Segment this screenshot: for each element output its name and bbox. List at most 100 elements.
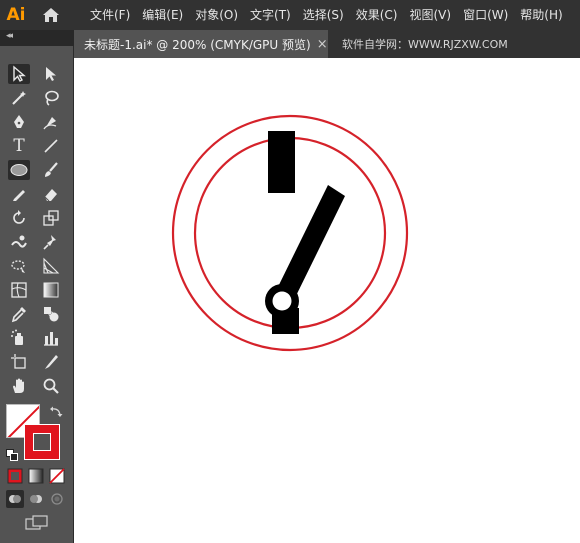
column-graph-tool[interactable] xyxy=(40,328,62,348)
swap-arrows-icon xyxy=(50,406,63,417)
pin-icon xyxy=(43,235,56,250)
close-tab-icon[interactable]: × xyxy=(311,37,328,52)
artboard-icon xyxy=(11,354,26,369)
line-segment-tool[interactable] xyxy=(40,136,62,156)
curvature-tool[interactable] xyxy=(40,112,62,132)
zoom-magnifier-icon xyxy=(43,378,59,394)
menu-select[interactable]: 选择(S) xyxy=(297,0,350,30)
column-graph-icon xyxy=(44,332,58,346)
pivot-hole xyxy=(272,291,292,311)
hand-icon xyxy=(13,378,24,393)
menu-help[interactable]: 帮助(H) xyxy=(514,0,568,30)
none-square-icon xyxy=(49,468,65,484)
home-button[interactable] xyxy=(32,0,70,30)
draw-behind-button[interactable] xyxy=(27,490,45,508)
document-tab[interactable]: 未标题-1.ai* @ 200% (CMYK/GPU 预览) × xyxy=(74,30,328,58)
pencil-icon xyxy=(13,190,25,201)
zoom-tool[interactable] xyxy=(40,376,62,396)
magic-wand-tool[interactable] xyxy=(8,88,30,108)
ellipse-icon xyxy=(10,164,28,176)
default-fill-stroke-button[interactable] xyxy=(6,446,18,461)
eraser-icon xyxy=(44,189,57,202)
puppet-warp-tool[interactable] xyxy=(40,232,62,252)
paintbrush-icon xyxy=(45,162,58,177)
draw-behind-icon xyxy=(30,495,42,503)
slice-knife-icon xyxy=(45,355,58,369)
lasso-tool[interactable] xyxy=(40,88,62,108)
magic-wand-icon xyxy=(12,91,26,105)
eraser-tool[interactable] xyxy=(40,184,62,204)
slice-tool[interactable] xyxy=(40,352,62,372)
warp-icon xyxy=(11,235,27,248)
paintbrush-tool[interactable] xyxy=(40,160,62,180)
menu-file[interactable]: 文件(F) xyxy=(84,0,136,30)
warp-tool[interactable] xyxy=(8,232,30,252)
lasso-icon xyxy=(45,90,59,106)
menu-type[interactable]: 文字(T) xyxy=(244,0,297,30)
mesh-icon xyxy=(11,282,27,298)
swap-fill-stroke-button[interactable] xyxy=(49,404,65,418)
gradient-square-icon xyxy=(28,468,44,484)
top-bar-shape[interactable] xyxy=(268,131,295,193)
scale-tool[interactable] xyxy=(40,208,62,228)
eyedropper-tool[interactable] xyxy=(8,304,30,324)
stroke-swatch[interactable] xyxy=(24,424,60,460)
menu-effect[interactable]: 效果(C) xyxy=(350,0,404,30)
blend-icon xyxy=(44,307,59,322)
none-mode-button[interactable] xyxy=(48,467,66,485)
default-colors-icon xyxy=(6,449,18,461)
selection-tool[interactable] xyxy=(8,64,30,84)
gradient-icon xyxy=(43,282,59,298)
ellipse-tool[interactable] xyxy=(8,160,30,180)
scale-icon xyxy=(43,210,59,226)
artboard-tool[interactable] xyxy=(8,352,30,372)
pen-icon xyxy=(14,115,24,128)
artboard-canvas[interactable] xyxy=(74,58,580,543)
eyedropper-icon xyxy=(11,307,26,323)
color-mode-button[interactable] xyxy=(6,467,24,485)
screen-mode-button[interactable] xyxy=(24,514,50,532)
rotate-tool[interactable] xyxy=(8,208,30,228)
shaper-tool[interactable] xyxy=(8,184,30,204)
free-transform-icon xyxy=(11,260,25,273)
pen-tool[interactable] xyxy=(8,112,30,132)
blend-tool[interactable] xyxy=(40,304,62,324)
symbol-sprayer-icon xyxy=(11,329,23,345)
app-logo: Ai xyxy=(6,5,26,25)
selection-arrow-icon xyxy=(13,65,26,82)
hand-tool[interactable] xyxy=(8,376,30,396)
menu-view[interactable]: 视图(V) xyxy=(403,0,457,30)
tab-bar: 未标题-1.ai* @ 200% (CMYK/GPU 预览) × 软件自学网：W… xyxy=(74,30,580,58)
type-icon: T xyxy=(13,136,25,156)
home-icon xyxy=(43,8,59,22)
document-tab-title: 未标题-1.ai* @ 200% (CMYK/GPU 预览) xyxy=(84,37,311,52)
screen-mode-icon xyxy=(25,515,48,530)
draw-normal-icon xyxy=(9,495,21,503)
perspective-grid-tool[interactable] xyxy=(40,256,62,276)
direct-selection-arrow-icon xyxy=(46,67,56,81)
draw-normal-button[interactable] xyxy=(6,490,24,508)
menu-edit[interactable]: 编辑(E) xyxy=(136,0,189,30)
mesh-tool[interactable] xyxy=(8,280,30,300)
draw-inside-button[interactable] xyxy=(48,490,66,508)
toolbar-header: ◂◂ xyxy=(0,30,74,46)
watermark-text: 软件自学网：WWW.RJZXW.COM xyxy=(342,38,508,51)
color-square-icon xyxy=(7,468,23,484)
gradient-tool[interactable] xyxy=(40,280,62,300)
free-transform-tool[interactable] xyxy=(8,256,30,276)
line-segment-icon xyxy=(44,139,58,153)
symbol-sprayer-tool[interactable] xyxy=(8,328,30,348)
menu-window[interactable]: 窗口(W) xyxy=(457,0,514,30)
gradient-mode-button[interactable] xyxy=(27,467,45,485)
perspective-grid-icon xyxy=(43,257,60,274)
collapse-panel-icon[interactable]: ◂◂ xyxy=(6,31,13,41)
menu-bar: Ai 文件(F) 编辑(E) 对象(O) 文字(T) 选择(S) 效果(C) 视… xyxy=(0,0,580,30)
direct-selection-tool[interactable] xyxy=(40,64,62,84)
menu-object[interactable]: 对象(O) xyxy=(189,0,244,30)
artwork xyxy=(171,114,409,352)
stroke-swatch-inner xyxy=(33,433,51,451)
menu-list: 文件(F) 编辑(E) 对象(O) 文字(T) 选择(S) 效果(C) 视图(V… xyxy=(84,0,569,30)
tools-panel: T xyxy=(0,46,74,543)
curvature-pen-icon xyxy=(43,117,57,130)
type-tool[interactable]: T xyxy=(8,136,30,156)
